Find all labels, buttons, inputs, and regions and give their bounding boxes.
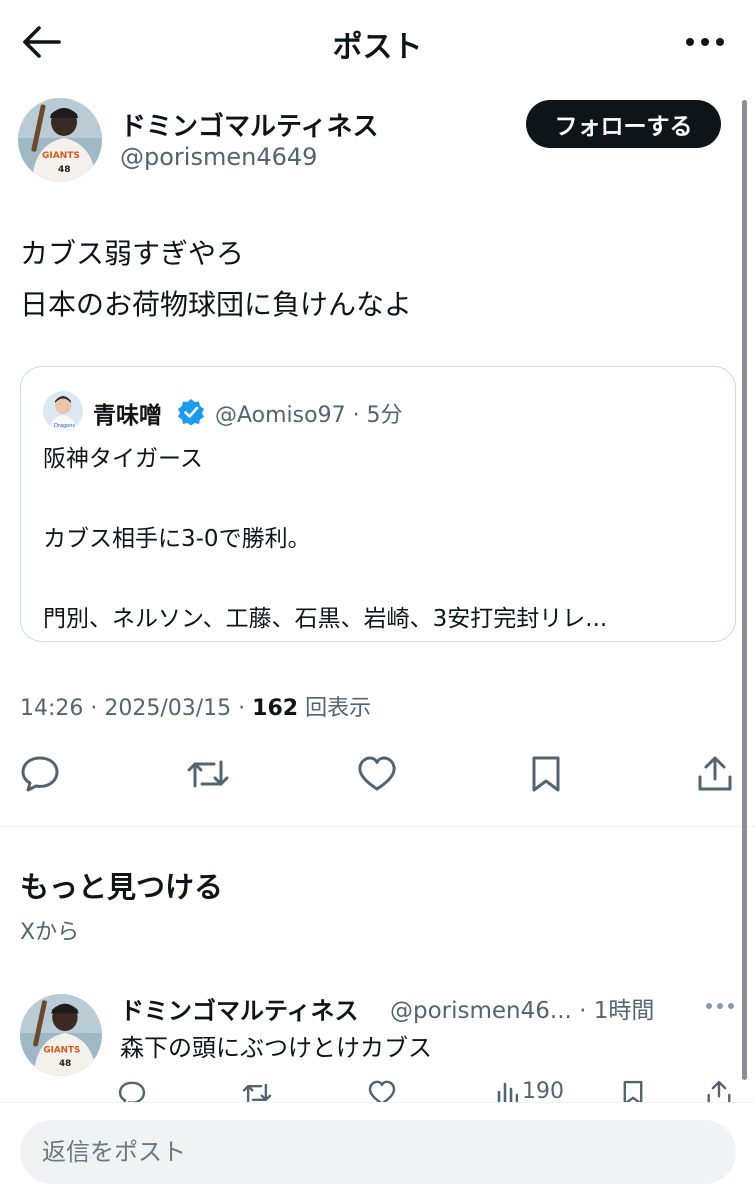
reply-icon <box>118 1081 146 1104</box>
post-text-line: カブス弱すぎやろ <box>20 237 245 270</box>
recommended-action-bar: 190 <box>110 1076 750 1104</box>
recommended-author-name[interactable]: ドミンゴマルティネス <box>120 991 359 1026</box>
quoted-text-line: 門別、ネルソン、工藤、石黒、岩崎、3安打完封リレ... <box>43 606 608 632</box>
quoted-author-avatar: Dragons <box>43 391 83 431</box>
discover-title: もっと見つける <box>20 870 224 904</box>
view-count: 162 <box>252 696 299 721</box>
recommended-like-button[interactable] <box>368 1080 396 1104</box>
quoted-text-line: カブス相手に3-0で勝利。 <box>43 526 311 552</box>
recommended-author-avatar[interactable]: GIANTS 48 <box>20 994 102 1076</box>
recommended-repost-button[interactable] <box>242 1080 272 1104</box>
quoted-author-handle: @Aomiso97 · 5分 <box>215 403 403 428</box>
recommended-reply-button[interactable] <box>118 1080 146 1104</box>
bookmark-icon <box>532 756 560 792</box>
repost-button[interactable] <box>180 746 236 802</box>
post-meta: 14:26 · 2025/03/15 · 162 回表示 <box>20 690 371 722</box>
post-action-bar <box>0 746 755 802</box>
svg-text:GIANTS: GIANTS <box>43 1046 80 1056</box>
view-label: 回表示 <box>298 696 372 721</box>
like-button[interactable] <box>349 746 405 802</box>
scrollbar[interactable] <box>742 100 747 1080</box>
verified-icon <box>178 399 204 426</box>
recommended-author-handle[interactable]: @porismen46... · 1時間 <box>390 991 654 1025</box>
quoted-post-card[interactable]: Dragons 青味噌 @Aomiso97 · 5分 阪神タイガース カブス相手… <box>20 366 736 642</box>
post-timestamp: 14:26 · 2025/03/15 · <box>20 696 253 721</box>
repost-icon <box>242 1083 272 1103</box>
recommended-post-text: 森下の頭にぶつけとけカブス <box>120 1034 432 1062</box>
share-icon <box>707 1080 731 1104</box>
reply-button[interactable] <box>12 746 68 802</box>
author-name[interactable]: ドミンゴマルティネス <box>120 106 378 143</box>
page-title: ポスト <box>332 30 423 65</box>
follow-button[interactable]: フォローする <box>526 100 721 148</box>
recommended-share-button[interactable] <box>706 1080 732 1104</box>
svg-text:Dragons: Dragons <box>54 423 75 429</box>
discover-subtitle: Xから <box>20 920 80 945</box>
author-handle[interactable]: @porismen4649 <box>120 143 317 171</box>
quoted-text-line: 阪神タイガース <box>43 446 203 472</box>
more-icon <box>706 1003 734 1009</box>
reply-bar <box>0 1102 755 1200</box>
top-bar: ポスト <box>0 0 755 84</box>
views-icon <box>497 1082 518 1104</box>
reply-icon <box>21 756 59 792</box>
svg-text:GIANTS: GIANTS <box>42 151 80 161</box>
share-button[interactable] <box>687 746 743 802</box>
recommended-views-count: 190 <box>522 1079 564 1104</box>
bookmark-button[interactable] <box>518 746 574 802</box>
section-divider <box>0 826 755 827</box>
quoted-post-text: 阪神タイガース カブス相手に3-0で勝利。 門別、ネルソン、工藤、石黒、岩崎、3… <box>43 439 607 639</box>
post-text-line: 日本のお荷物球団に負けんなよ <box>20 288 413 321</box>
author-avatar[interactable]: GIANTS 48 <box>18 98 102 182</box>
repost-icon <box>187 760 229 788</box>
like-icon <box>358 756 396 791</box>
recommended-bookmark-button[interactable] <box>622 1080 644 1104</box>
svg-text:48: 48 <box>59 1059 71 1069</box>
share-icon <box>698 756 732 791</box>
recommended-views[interactable]: 190 <box>496 1080 564 1104</box>
like-icon <box>368 1080 396 1104</box>
bookmark-icon <box>623 1080 643 1104</box>
recommended-more-button[interactable] <box>700 994 740 1018</box>
reply-input[interactable] <box>20 1120 736 1184</box>
svg-text:48: 48 <box>58 165 71 175</box>
more-button[interactable] <box>683 22 727 62</box>
post-text: カブス弱すぎやろ 日本のお荷物球団に負けんなよ <box>20 228 412 330</box>
more-icon <box>686 38 724 46</box>
quoted-author-name: 青味噌 <box>93 403 162 429</box>
